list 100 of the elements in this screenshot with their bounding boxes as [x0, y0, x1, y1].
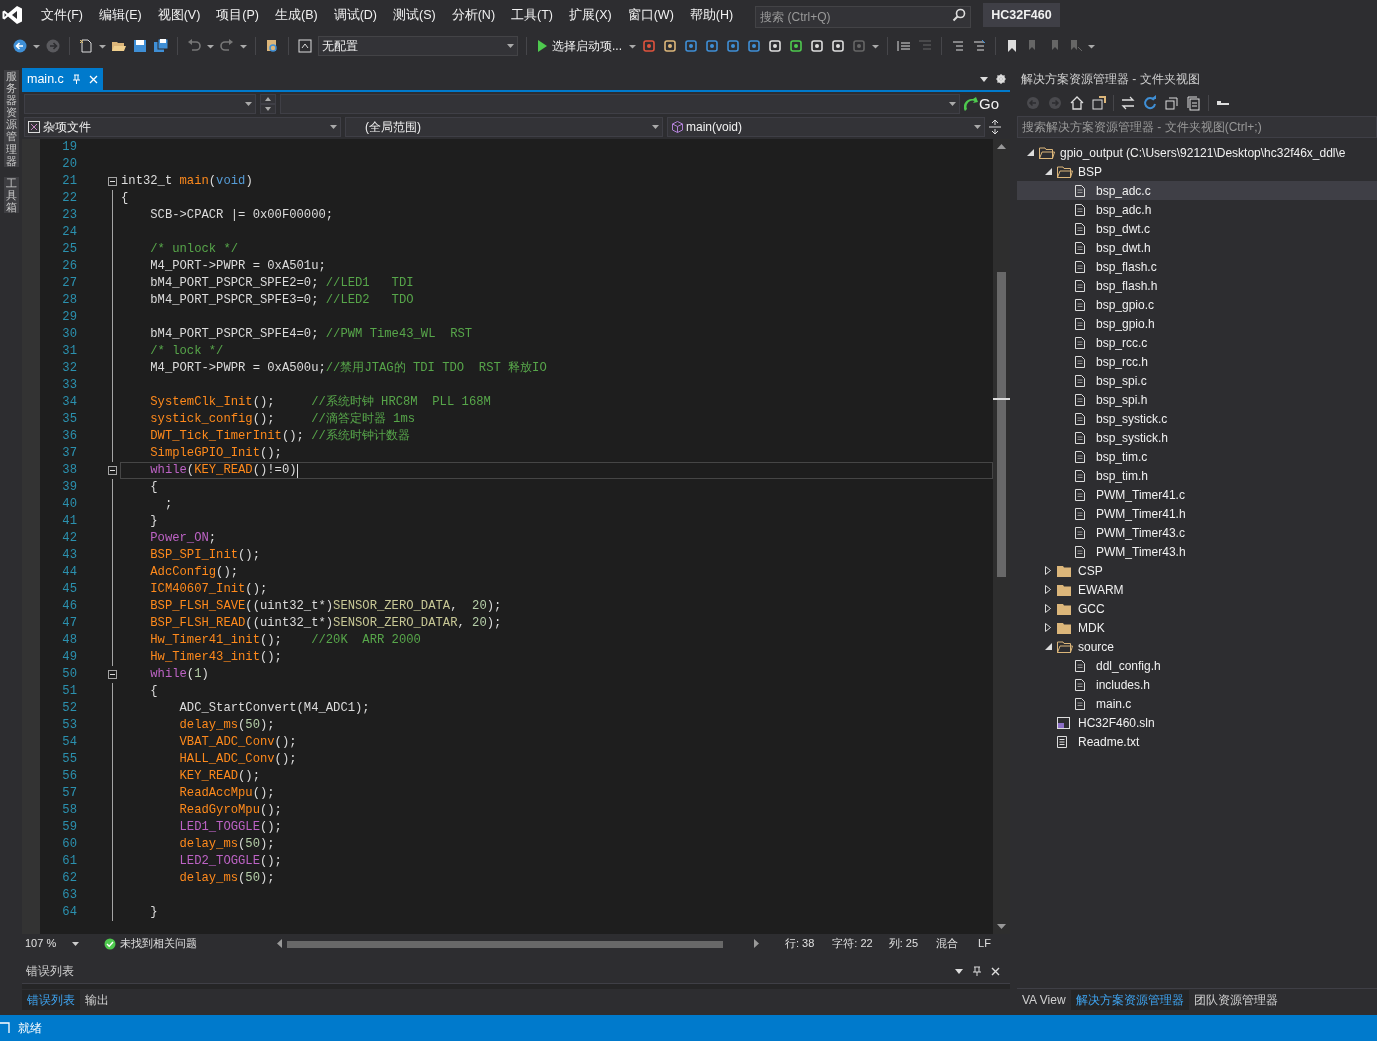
- scroll-up-icon[interactable]: [997, 144, 1006, 149]
- dropdown-caret-icon[interactable]: [980, 76, 988, 82]
- tree-item[interactable]: PWM_Timer41.h: [1017, 504, 1377, 523]
- menu-item[interactable]: 文件(F): [33, 5, 91, 25]
- search-field[interactable]: 搜索解决方案资源管理器 - 文件夹视图(Ctrl+;): [1017, 116, 1377, 138]
- back-icon[interactable]: [12, 38, 28, 54]
- collapse-icon[interactable]: [107, 670, 117, 679]
- tree-item[interactable]: EWARM: [1017, 580, 1377, 599]
- scope-dropdown[interactable]: (全局范围): [345, 116, 663, 137]
- panel-tab[interactable]: 错误列表: [22, 990, 80, 1010]
- collapsed-arrow-icon[interactable]: [1045, 623, 1051, 632]
- member-dropdown[interactable]: main(void): [667, 116, 985, 137]
- configuration-dropdown[interactable]: 无配置: [318, 36, 518, 56]
- new-item-icon[interactable]: [78, 38, 94, 54]
- collapse-icon[interactable]: [107, 466, 117, 475]
- sync-icon[interactable]: [1120, 95, 1136, 111]
- tree-item[interactable]: BSP: [1017, 162, 1377, 181]
- show-all-files-icon[interactable]: [1186, 95, 1202, 111]
- menu-item[interactable]: 调试(D): [325, 5, 385, 25]
- tree-item[interactable]: bsp_flash.c: [1017, 257, 1377, 276]
- scroll-right-icon[interactable]: [754, 938, 759, 948]
- tree-item[interactable]: bsp_adc.h: [1017, 200, 1377, 219]
- dropdown-caret-icon[interactable]: [955, 968, 963, 974]
- zoom-dropdown[interactable]: 107 %: [22, 935, 82, 952]
- refresh-icon[interactable]: [1142, 95, 1158, 111]
- tree-item[interactable]: bsp_systick.h: [1017, 428, 1377, 447]
- scroll-thumb[interactable]: [287, 940, 723, 948]
- search-field[interactable]: 搜索 (Ctrl+Q): [755, 6, 972, 28]
- tree-item[interactable]: HC32F460.sln: [1017, 713, 1377, 732]
- scroll-left-icon[interactable]: [277, 938, 282, 948]
- tree-item[interactable]: GCC: [1017, 599, 1377, 618]
- start-button[interactable]: 选择启动项...: [535, 36, 624, 56]
- menu-item[interactable]: 帮助(H): [681, 5, 742, 25]
- menu-item[interactable]: 测试(S): [385, 5, 444, 25]
- tree-item[interactable]: MDK: [1017, 618, 1377, 637]
- save-all-icon[interactable]: [153, 38, 169, 54]
- menu-item[interactable]: 工具(T): [503, 5, 561, 25]
- split-icon[interactable]: [989, 119, 1001, 134]
- whitespace-mode[interactable]: 混合: [936, 935, 959, 952]
- scroll-thumb[interactable]: [997, 272, 1006, 577]
- tree-item[interactable]: ddl_config.h: [1017, 656, 1377, 675]
- search-icon[interactable]: [952, 8, 967, 22]
- tree-item[interactable]: includes.h: [1017, 675, 1377, 694]
- panel-tab[interactable]: VA View: [1017, 990, 1071, 1010]
- tree-item[interactable]: bsp_tim.h: [1017, 466, 1377, 485]
- tree-item[interactable]: gpio_output (C:\Users\92121\Desktop\hc32f46x_ddl\e: [1017, 143, 1377, 162]
- menu-item[interactable]: 窗口(W): [619, 5, 682, 25]
- redo-icon[interactable]: [219, 38, 235, 54]
- tree-item[interactable]: bsp_gpio.c: [1017, 295, 1377, 314]
- settings-icon[interactable]: [996, 74, 1006, 84]
- tree-item[interactable]: bsp_gpio.h: [1017, 314, 1377, 333]
- horizontal-scrollbar[interactable]: [277, 937, 759, 950]
- tree-item[interactable]: source: [1017, 637, 1377, 656]
- issues-status[interactable]: 未找到相关问题: [120, 935, 197, 952]
- check-circle-icon[interactable]: [104, 937, 116, 950]
- menu-item[interactable]: 编辑(E): [90, 5, 150, 25]
- tree-item[interactable]: bsp_dwt.c: [1017, 219, 1377, 238]
- tree-item[interactable]: PWM_Timer43.h: [1017, 542, 1377, 561]
- tree-item[interactable]: bsp_rcc.h: [1017, 352, 1377, 371]
- collapsed-arrow-icon[interactable]: [1045, 566, 1051, 575]
- menu-item[interactable]: 生成(B): [267, 5, 326, 25]
- collapsed-arrow-icon[interactable]: [1045, 604, 1051, 613]
- project-dropdown[interactable]: 杂项文件: [24, 116, 341, 137]
- indent-icon[interactable]: [896, 38, 912, 54]
- tree-item[interactable]: CSP: [1017, 561, 1377, 580]
- menu-item[interactable]: 项目(P): [208, 5, 267, 25]
- collapse-all-icon[interactable]: [1164, 95, 1180, 111]
- tree-item[interactable]: bsp_rcc.c: [1017, 333, 1377, 352]
- panel-tab[interactable]: 输出: [80, 990, 114, 1010]
- expanded-arrow-icon[interactable]: [1045, 643, 1052, 650]
- tree-item[interactable]: bsp_tim.c: [1017, 447, 1377, 466]
- expanded-arrow-icon[interactable]: [1027, 149, 1034, 156]
- tree-item[interactable]: PWM_Timer41.c: [1017, 485, 1377, 504]
- line-ending-status[interactable]: LF: [978, 935, 991, 952]
- panel-tab[interactable]: 团队资源管理器: [1188, 990, 1283, 1010]
- tree-item[interactable]: bsp_flash.h: [1017, 276, 1377, 295]
- menu-item[interactable]: 扩展(X): [561, 5, 620, 25]
- tree-item[interactable]: PWM_Timer43.c: [1017, 523, 1377, 542]
- go-button[interactable]: Go: [964, 92, 999, 116]
- tree-item[interactable]: bsp_dwt.h: [1017, 238, 1377, 257]
- comment-icon[interactable]: [950, 38, 966, 54]
- collapse-icon[interactable]: [107, 177, 117, 186]
- tree-item[interactable]: bsp_spi.c: [1017, 371, 1377, 390]
- scroll-down-icon[interactable]: [997, 924, 1006, 929]
- switch-views-icon[interactable]: [1091, 95, 1107, 111]
- undo-icon[interactable]: [186, 38, 202, 54]
- tree-item[interactable]: main.c: [1017, 694, 1377, 713]
- window-icon[interactable]: [297, 38, 313, 54]
- tree-item[interactable]: bsp_spi.h: [1017, 390, 1377, 409]
- save-icon[interactable]: [132, 38, 148, 54]
- collapsed-arrow-icon[interactable]: [1045, 585, 1051, 594]
- menu-item[interactable]: 分析(N): [443, 5, 504, 25]
- panel-tab[interactable]: 解决方案资源管理器: [1070, 990, 1189, 1010]
- tree-item[interactable]: Readme.txt: [1017, 732, 1377, 751]
- side-tab[interactable]: 服务器资源管理器: [3, 70, 19, 167]
- home-icon[interactable]: [1069, 95, 1085, 111]
- pin-icon[interactable]: [973, 966, 981, 976]
- close-icon[interactable]: [991, 966, 1000, 976]
- uncomment-icon[interactable]: [971, 38, 987, 54]
- tree-item[interactable]: bsp_systick.c: [1017, 409, 1377, 428]
